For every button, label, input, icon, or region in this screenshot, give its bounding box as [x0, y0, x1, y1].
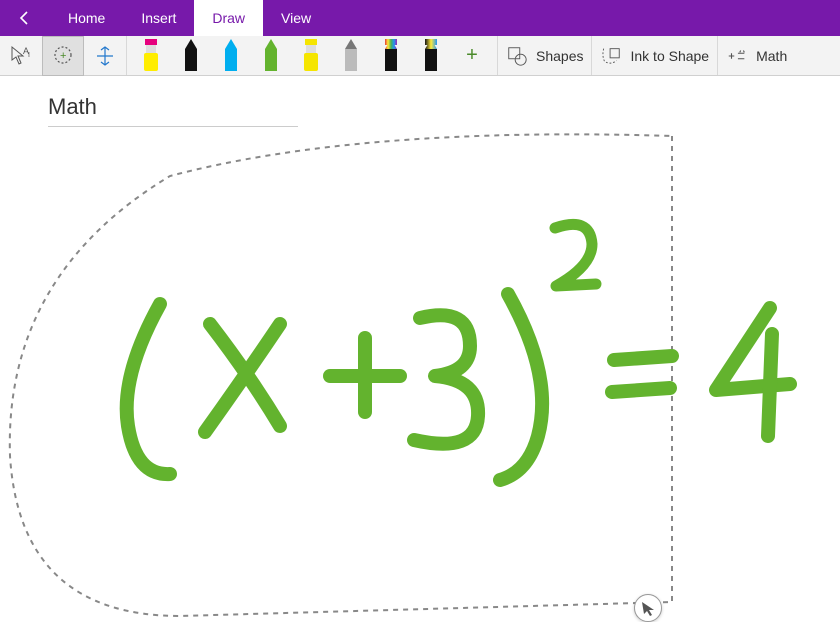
pen-2[interactable]	[211, 36, 251, 76]
back-button[interactable]	[0, 0, 50, 36]
pen-gallery: +	[127, 36, 498, 75]
pen-1[interactable]	[171, 36, 211, 76]
plus-icon: +	[466, 44, 478, 67]
ink-strokes	[0, 76, 840, 620]
pen-icon	[179, 39, 203, 73]
tab-label: View	[281, 10, 311, 26]
menu-bar: Home Insert Draw View	[0, 0, 840, 36]
lasso-select-tool[interactable]: +	[42, 36, 84, 76]
draw-ribbon: AI + + Shapes	[0, 36, 840, 76]
ink-to-shape-icon	[600, 45, 622, 67]
shapes-group: Shapes	[498, 36, 592, 75]
math-group: Math	[718, 36, 795, 75]
math-button[interactable]: Math	[718, 36, 795, 76]
lasso-selection	[0, 76, 840, 620]
button-label: Shapes	[536, 48, 583, 64]
tab-draw[interactable]: Draw	[194, 0, 263, 36]
button-label: Ink to Shape	[630, 48, 709, 64]
add-pen-button[interactable]: +	[451, 36, 493, 76]
ink-to-shape-button[interactable]: Ink to Shape	[592, 36, 717, 76]
selection-tool-group: AI +	[0, 36, 127, 75]
insert-space-icon	[93, 44, 117, 68]
cursor-text-icon: AI	[9, 44, 33, 68]
page-title[interactable]: Math	[48, 94, 298, 127]
pen-6[interactable]	[371, 36, 411, 76]
lasso-icon: +	[51, 44, 75, 68]
pen-icon	[379, 39, 403, 73]
type-tool[interactable]: AI	[0, 36, 42, 76]
chevron-left-icon	[18, 11, 32, 25]
button-label: Math	[756, 48, 787, 64]
insert-space-tool[interactable]	[84, 36, 126, 76]
drawing-canvas[interactable]: Math	[0, 76, 840, 620]
ink-to-shape-group: Ink to Shape	[592, 36, 718, 75]
tab-label: Insert	[141, 10, 176, 26]
pen-4[interactable]	[291, 36, 331, 76]
tab-home[interactable]: Home	[50, 0, 123, 36]
shapes-button[interactable]: Shapes	[498, 36, 591, 76]
svg-text:+: +	[60, 50, 66, 62]
pen-icon	[219, 39, 243, 73]
pen-icon	[419, 39, 443, 73]
tab-view[interactable]: View	[263, 0, 329, 36]
math-icon	[726, 45, 748, 67]
menu-tabs: Home Insert Draw View	[50, 0, 329, 36]
pen-5[interactable]	[331, 36, 371, 76]
svg-text:I: I	[28, 52, 30, 59]
page-title-text: Math	[48, 94, 97, 119]
pen-7[interactable]	[411, 36, 451, 76]
lasso-cursor-icon	[640, 600, 656, 616]
pen-0[interactable]	[131, 36, 171, 76]
tab-label: Draw	[212, 10, 245, 26]
tab-insert[interactable]: Insert	[123, 0, 194, 36]
pen-icon	[259, 39, 283, 73]
pen-icon	[299, 39, 323, 73]
pen-3[interactable]	[251, 36, 291, 76]
tab-label: Home	[68, 10, 105, 26]
pen-icon	[139, 39, 163, 73]
lasso-cursor-handle[interactable]	[634, 594, 662, 622]
pen-icon	[339, 39, 363, 73]
shapes-icon	[506, 45, 528, 67]
